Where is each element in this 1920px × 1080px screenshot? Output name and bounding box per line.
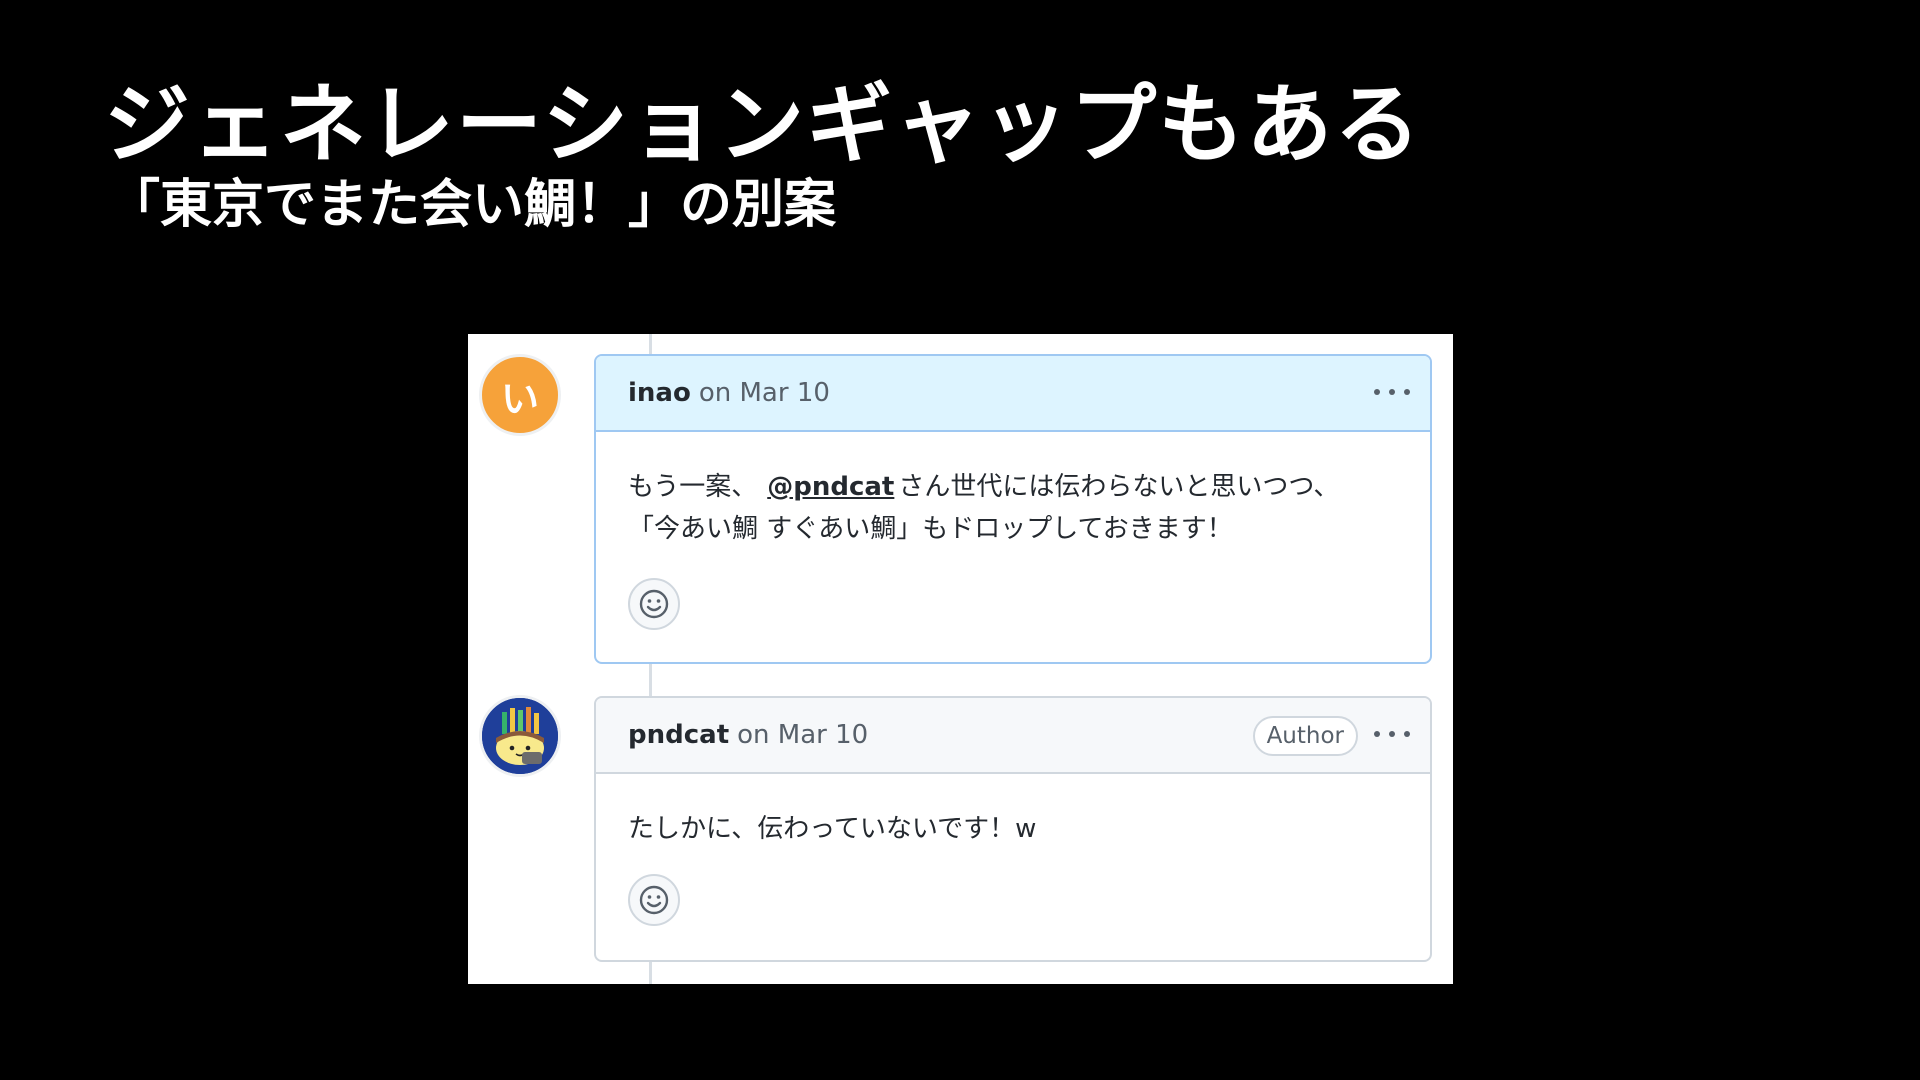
avatar-pndcat[interactable] (479, 695, 561, 777)
comment-inao: inao on Mar 10 もう一案、 @pndcat さん世代には伝わらないと思… (594, 354, 1432, 664)
panda-cat-avatar-image (482, 698, 558, 774)
user-mention[interactable]: @pndcat (767, 472, 894, 502)
smiley-icon (639, 885, 669, 915)
comment-body-line-2: 「今あい鯛 すぐあい鯛」もドロップしておきます！ (628, 514, 1233, 544)
avatar-initial: い (500, 376, 539, 421)
comment-thread-screenshot: い inao on Mar 10 もう一案、 @pndcat さん世代には伝わらない… (468, 334, 1453, 984)
comment-body: たしかに、伝わっていないです！w (596, 774, 1430, 850)
avatar-inao[interactable]: い (479, 354, 561, 436)
smiley-icon (639, 589, 669, 619)
slide-subtitle: 「東京でまた会い鯛！」の別案 (108, 175, 837, 235)
comment-body-line-1: たしかに、伝わっていないです！w (628, 814, 1037, 844)
comment-date[interactable]: on Mar 10 (737, 720, 868, 750)
author-name[interactable]: pndcat (628, 720, 729, 750)
comment-body: もう一案、 @pndcat さん世代には伝わらないと思いつつ、 「今あい鯛 すぐあい… (596, 432, 1430, 550)
author-name[interactable]: inao (628, 378, 691, 408)
comment-header: pndcat on Mar 10 Author (596, 698, 1430, 774)
slide: ジェネレーションギャップもある 「東京でまた会い鯛！」の別案 い inao on… (0, 0, 1920, 1080)
add-reaction-button[interactable] (628, 874, 680, 926)
kebab-horizontal-icon[interactable] (1374, 380, 1410, 404)
add-reaction-button[interactable] (628, 578, 680, 630)
kebab-horizontal-icon[interactable] (1374, 722, 1410, 746)
comment-pndcat: pndcat on Mar 10 Author たしかに、伝わっていないです！w (594, 696, 1432, 962)
comment-text-before-mention: もう一案、 (628, 472, 758, 502)
slide-title: ジェネレーションギャップもある (104, 75, 1423, 175)
author-badge: Author (1252, 716, 1358, 756)
comment-date[interactable]: on Mar 10 (699, 378, 830, 408)
comment-header: inao on Mar 10 (596, 356, 1430, 432)
comment-body-line-1: もう一案、 @pndcat さん世代には伝わらないと思いつつ、 (628, 466, 1398, 508)
comment-text-after-mention: さん世代には伝わらないと思いつつ、 (898, 472, 1340, 502)
